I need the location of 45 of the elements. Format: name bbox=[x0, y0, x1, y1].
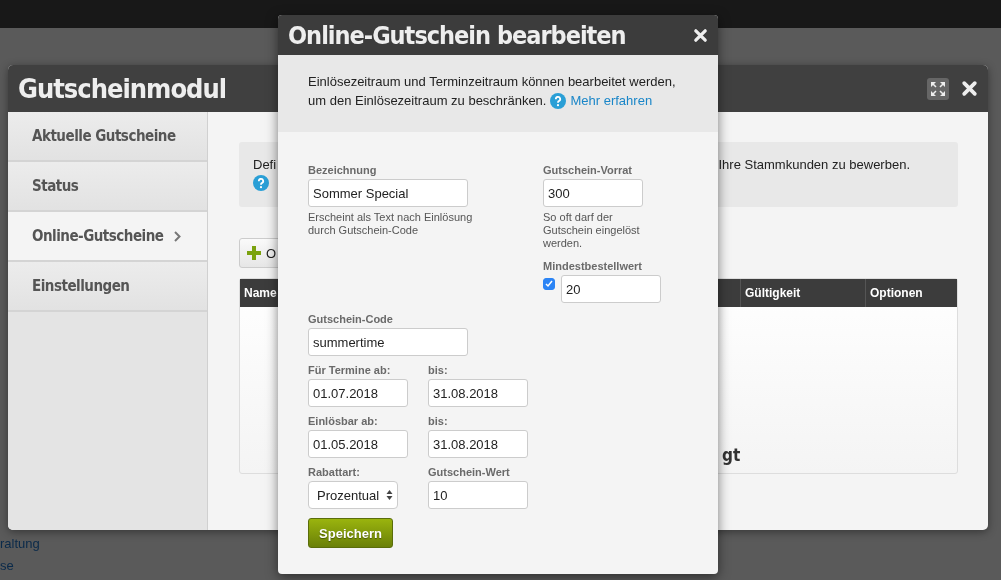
stepper-icon bbox=[386, 489, 393, 501]
close-icon[interactable] bbox=[961, 80, 978, 97]
field-label: Gutschein-Code bbox=[308, 313, 394, 325]
checkbox[interactable] bbox=[543, 278, 555, 290]
intro-text: Einlösezeitraum und Terminzeitraum können bearbeitet werden, bbox=[308, 73, 676, 91]
input-field[interactable]: Sommer Special bbox=[308, 179, 468, 207]
info-text: Ihre Stammkunden zu bewerben. bbox=[718, 157, 910, 174]
hint-text: Erscheint als Text nach Einlösung durch Gutschein-Code bbox=[308, 211, 474, 237]
select-field[interactable]: Prozentual bbox=[308, 481, 398, 509]
sidebar-item[interactable]: Online-Gutscheine bbox=[8, 212, 207, 262]
dialog-title: Online-Gutschein bearbeiten bbox=[288, 20, 626, 50]
plus-icon bbox=[246, 245, 262, 261]
field-label: Für Termine ab: bbox=[308, 364, 392, 376]
input-field[interactable]: 31.08.2018 bbox=[428, 379, 528, 407]
field-label: Einlösbar ab: bbox=[308, 415, 379, 427]
sidebar-item[interactable]: Aktuelle Gutscheine bbox=[8, 112, 207, 162]
sidebar-item[interactable]: Einstellungen bbox=[8, 262, 207, 312]
input-field[interactable]: summertime bbox=[308, 328, 468, 356]
hint-text: So oft darf der Gutschein eingelöst werden. bbox=[543, 211, 641, 250]
field-label: Gutschein-Wert bbox=[428, 466, 511, 478]
info-text: Defi bbox=[253, 157, 277, 172]
sidebar-item[interactable]: Status bbox=[8, 162, 207, 212]
input-field[interactable]: 31.08.2018 bbox=[428, 430, 528, 458]
field-label: Bezeichnung bbox=[308, 164, 378, 176]
field-label: bis: bbox=[428, 364, 449, 376]
intro-text: um den Einlösezeitraum zu beschränken. bbox=[308, 92, 547, 110]
close-icon[interactable] bbox=[693, 27, 708, 43]
column-header: Name bbox=[244, 286, 277, 300]
input-field[interactable]: 10 bbox=[428, 481, 528, 509]
chevron-icon bbox=[173, 230, 181, 242]
field-label: Gutschein-Vorrat bbox=[543, 164, 634, 176]
input-field[interactable]: 01.07.2018 bbox=[308, 379, 408, 407]
column-header: Optionen bbox=[870, 286, 923, 300]
expand-icon[interactable] bbox=[927, 77, 949, 100]
field-label: bis: bbox=[428, 415, 449, 427]
input-field[interactable]: 20 bbox=[561, 275, 661, 303]
field-label: Mindestbestellwert bbox=[543, 260, 644, 272]
empty-message: gt bbox=[722, 445, 741, 465]
help-icon bbox=[550, 92, 567, 109]
help-icon bbox=[253, 175, 269, 191]
window-title: Gutscheinmodul bbox=[18, 73, 227, 104]
column-header: Gültigkeit bbox=[745, 286, 801, 300]
input-field[interactable]: 300 bbox=[543, 179, 643, 207]
input-field[interactable]: 01.05.2018 bbox=[308, 430, 408, 458]
field-label: Rabattart: bbox=[308, 466, 361, 478]
